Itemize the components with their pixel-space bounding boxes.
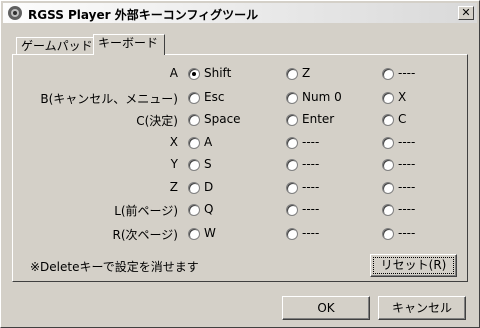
key-radio[interactable]	[382, 137, 394, 149]
key-radio[interactable]	[188, 204, 200, 216]
row-label: Z	[169, 180, 178, 194]
key-option-label[interactable]: ----	[302, 226, 319, 240]
key-option-label[interactable]: Q	[204, 202, 213, 216]
key-radio[interactable]	[188, 182, 200, 194]
key-option-label[interactable]: S	[204, 157, 212, 171]
reset-button[interactable]: リセット(R)	[370, 254, 457, 277]
key-radio[interactable]	[188, 228, 200, 240]
row-label: C(決定)	[136, 114, 178, 128]
close-button[interactable]: ✕	[458, 6, 474, 20]
key-radio[interactable]	[286, 68, 298, 80]
key-radio[interactable]	[188, 137, 200, 149]
app-icon	[8, 6, 22, 20]
ok-button[interactable]: OK	[282, 296, 370, 320]
close-icon: ✕	[461, 6, 471, 19]
key-option-label[interactable]: Esc	[204, 90, 224, 104]
key-option-label[interactable]: Shift	[204, 66, 231, 80]
key-radio[interactable]	[286, 182, 298, 194]
key-radio[interactable]	[382, 228, 394, 240]
key-radio[interactable]	[286, 228, 298, 240]
key-option-label[interactable]: Z	[302, 66, 310, 80]
key-option-label[interactable]: C	[398, 112, 406, 126]
tab-gamepad-label: ゲームパッド	[21, 39, 93, 53]
row-label: X	[169, 135, 178, 149]
title-bar: RGSS Player 外部キーコンフィグツール ✕	[3, 3, 477, 23]
key-option-label[interactable]: X	[398, 90, 406, 104]
row-label: Y	[170, 157, 178, 171]
key-option-label[interactable]: ----	[302, 202, 319, 216]
key-option-label[interactable]: ----	[302, 135, 319, 149]
tab-gamepad[interactable]: ゲームパッド	[16, 37, 94, 55]
row-label: A	[169, 66, 178, 80]
row-label: R(次ページ)	[112, 228, 178, 242]
key-option-label[interactable]: A	[204, 135, 212, 149]
key-radio[interactable]	[286, 204, 298, 216]
key-radio[interactable]	[286, 114, 298, 126]
key-radio[interactable]	[382, 68, 394, 80]
key-radio[interactable]	[188, 114, 200, 126]
key-option-label[interactable]: Enter	[302, 112, 334, 126]
key-option-label[interactable]: Num 0	[302, 90, 342, 104]
cancel-button[interactable]: キャンセル	[378, 296, 466, 320]
row-label: L(前ページ)	[114, 204, 178, 218]
key-radio[interactable]	[382, 204, 394, 216]
tab-keyboard-label: キーボード	[98, 36, 159, 50]
delete-hint: ※Deleteキーで設定を消せます	[30, 260, 199, 274]
key-radio[interactable]	[188, 68, 200, 80]
key-radio[interactable]	[188, 92, 200, 104]
key-option-label[interactable]: ----	[398, 157, 415, 171]
key-radio[interactable]	[382, 159, 394, 171]
key-radio[interactable]	[286, 92, 298, 104]
key-option-label[interactable]: ----	[398, 135, 415, 149]
key-option-label[interactable]: Space	[204, 112, 241, 126]
key-radio[interactable]	[188, 159, 200, 171]
key-option-label[interactable]: ----	[302, 180, 319, 194]
key-radio[interactable]	[382, 92, 394, 104]
key-radio[interactable]	[382, 114, 394, 126]
key-option-label[interactable]: W	[204, 226, 216, 240]
key-option-label[interactable]: ----	[398, 180, 415, 194]
key-radio[interactable]	[382, 182, 394, 194]
key-option-label[interactable]: ----	[398, 202, 415, 216]
key-option-label[interactable]: ----	[302, 157, 319, 171]
key-option-label[interactable]: ----	[398, 226, 415, 240]
tab-keyboard[interactable]: キーボード	[93, 34, 165, 55]
key-radio[interactable]	[286, 159, 298, 171]
key-option-label[interactable]: D	[204, 180, 213, 194]
window-title: RGSS Player 外部キーコンフィグツール	[28, 8, 259, 22]
row-label: B(キャンセル、メニュー)	[40, 92, 178, 106]
key-option-label[interactable]: ----	[398, 66, 415, 80]
key-radio[interactable]	[286, 137, 298, 149]
